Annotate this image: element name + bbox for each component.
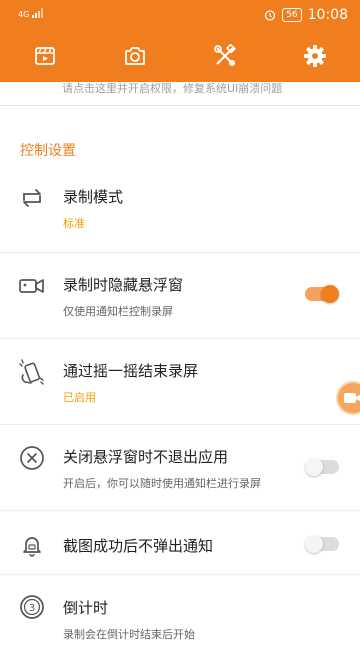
keep-app-toggle[interactable] [305, 458, 339, 476]
divider [0, 252, 360, 253]
setting-subtitle: 录制会在倒计时结束后开始 [63, 628, 195, 641]
setting-title: 截图成功后不弹出通知 [63, 537, 214, 555]
signal-indicator: 4G [18, 8, 44, 21]
battery-indicator: 56 [282, 8, 302, 22]
setting-title: 通过摇一摇结束录屏 [63, 362, 199, 380]
permission-notice[interactable]: 请点击这里并开启权限，修复系统UI崩溃问题 [62, 82, 282, 96]
video-list-icon [35, 47, 55, 65]
setting-hide-floating-window[interactable]: 录制时隐藏悬浮窗 仅使用通知栏控制录屏 [0, 268, 360, 338]
settings-content: 请点击这里并开启权限，修复系统UI崩溃问题 控制设置 录制模式 标准 录制时隐藏… [0, 82, 360, 648]
swap-arrows-icon [23, 189, 41, 207]
bell-icon [23, 537, 41, 557]
tab-screenshot[interactable] [105, 30, 165, 82]
tools-icon [214, 44, 237, 66]
clock: 10:08 [307, 7, 348, 23]
alarm-icon [265, 10, 276, 21]
setting-title: 倒计时 [63, 599, 109, 617]
divider [0, 574, 360, 575]
tab-videos[interactable] [15, 30, 75, 82]
signal-bars-icon [31, 8, 43, 18]
divider [0, 424, 360, 425]
status-bar: 4G 56 10:08 [0, 0, 360, 30]
divider [0, 338, 360, 339]
setting-shake-to-stop[interactable]: 通过摇一摇结束录屏 已启用 [0, 354, 360, 424]
video-camera-icon [344, 393, 360, 403]
setting-title: 录制时隐藏悬浮窗 [63, 276, 184, 294]
setting-title: 关闭悬浮窗时不退出应用 [63, 448, 229, 466]
screenshot-notify-toggle[interactable] [305, 535, 339, 553]
toggle-knob [305, 458, 323, 476]
setting-subtitle: 标准 [63, 217, 85, 230]
circle-x-icon [20, 446, 44, 470]
setting-subtitle: 仅使用通知栏控制录屏 [63, 305, 173, 318]
divider [0, 510, 360, 511]
divider [0, 105, 360, 106]
setting-subtitle: 开启后，你可以随时使用通知栏进行录屏 [63, 477, 261, 490]
svg-text:3: 3 [29, 603, 35, 614]
section-title: 控制设置 [20, 143, 76, 159]
tab-settings[interactable] [285, 30, 345, 82]
network-label: 4G [18, 10, 30, 19]
settings-gear-icon [304, 45, 326, 67]
setting-subtitle: 已启用 [63, 391, 96, 404]
hide-window-toggle[interactable] [305, 285, 339, 303]
tab-tools[interactable] [195, 30, 255, 82]
shake-hand-icon [19, 359, 44, 385]
setting-keep-app-running[interactable]: 关闭悬浮窗时不退出应用 开启后，你可以随时使用通知栏进行录屏 [0, 440, 360, 510]
status-right: 56 10:08 [264, 7, 348, 23]
toggle-knob [305, 535, 323, 553]
setting-title: 录制模式 [63, 188, 124, 206]
camera-icon [125, 47, 145, 65]
toggle-knob [321, 285, 339, 303]
countdown-icon: 3 [20, 595, 44, 619]
setting-record-mode[interactable]: 录制模式 标准 [0, 180, 360, 250]
app-toolbar [0, 30, 360, 82]
setting-countdown[interactable]: 3 倒计时 录制会在倒计时结束后开始 [0, 590, 360, 648]
camera-outline-icon [19, 279, 44, 293]
